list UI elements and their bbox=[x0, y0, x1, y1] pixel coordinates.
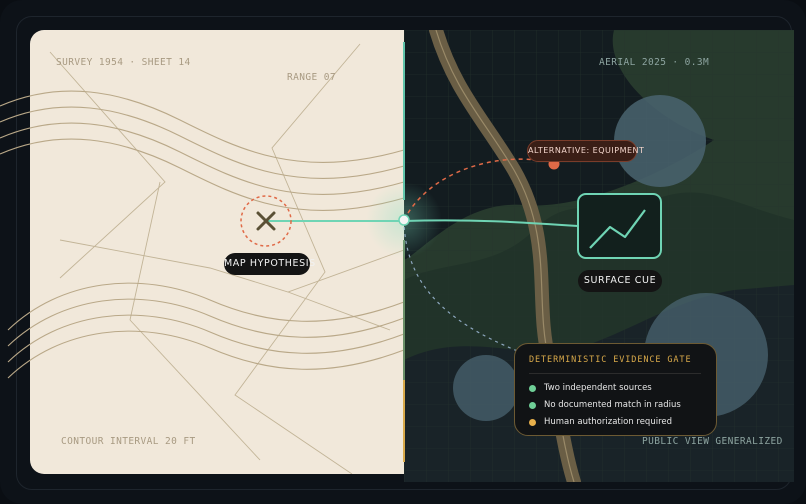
divider-handle-icon[interactable] bbox=[398, 214, 410, 226]
gate-item: Two independent sources bbox=[529, 381, 652, 395]
contour-lines bbox=[0, 90, 405, 379]
evidence-gate-divider bbox=[529, 373, 701, 374]
evidence-gate-title: DETERMINISTIC EVIDENCE GATE bbox=[529, 355, 692, 365]
gate-item: Human authorization required bbox=[529, 415, 672, 429]
status-dot-icon bbox=[529, 384, 536, 392]
status-dot-icon bbox=[529, 401, 536, 409]
evidence-gate-card: DETERMINISTIC EVIDENCE GATE Two independ… bbox=[514, 343, 717, 436]
comparison-frame: SURVEY 1954 · SHEET 14 RANGE 07 CONTOUR … bbox=[0, 0, 806, 504]
status-dot-icon bbox=[529, 418, 536, 426]
alternative-equipment-label: ALTERNATIVE: EQUIPMENT bbox=[527, 140, 644, 162]
surface-cue-label: SURFACE CUE bbox=[578, 270, 662, 292]
gate-item-text: Two independent sources bbox=[544, 383, 652, 393]
map-hypothesis-label: MAP HYPOTHESIS bbox=[224, 253, 315, 275]
gate-item-text: No documented match in radius bbox=[544, 400, 681, 410]
gate-item-text: Human authorization required bbox=[544, 417, 672, 427]
gate-item: No documented match in radius bbox=[529, 398, 681, 412]
